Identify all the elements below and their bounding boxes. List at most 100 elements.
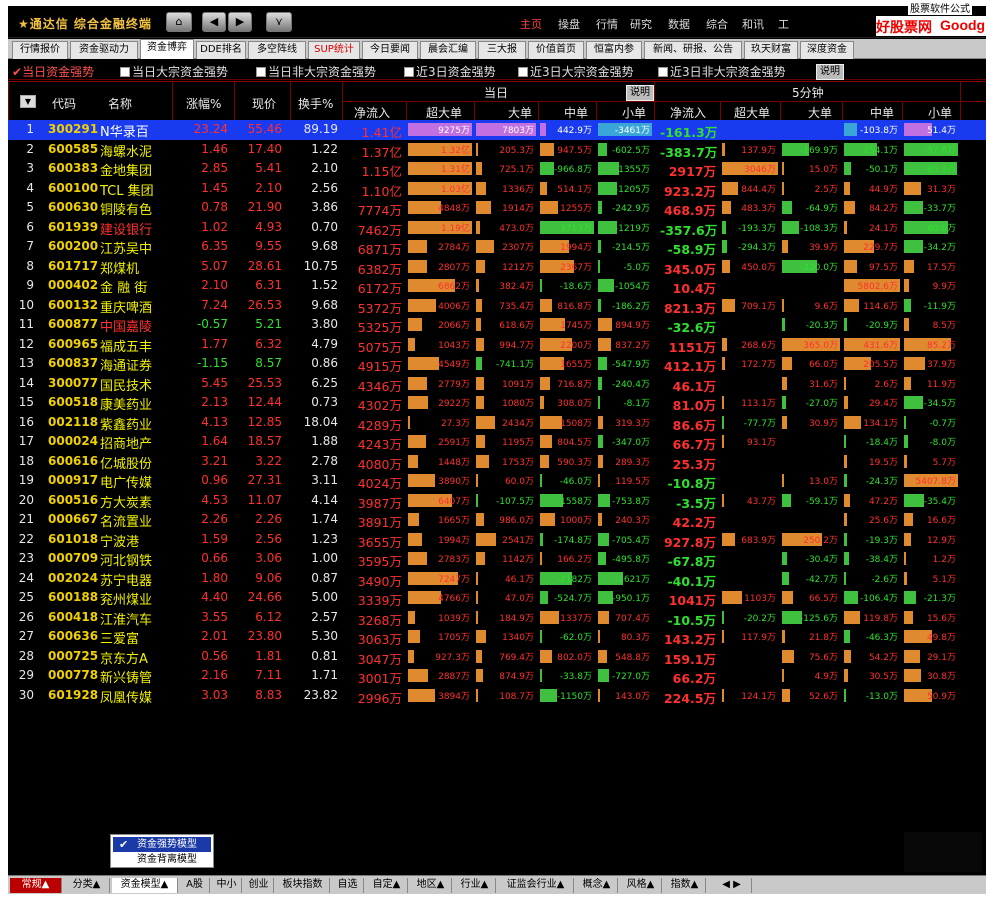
expand-down-icon[interactable]: ⋎ xyxy=(266,12,292,32)
bottom-tab-11[interactable]: 证监会行业▲ xyxy=(498,878,574,893)
filter-option-3[interactable]: 近3日资金强势 xyxy=(404,63,496,80)
tab-7[interactable]: 晨会汇编 xyxy=(420,41,476,59)
table-row[interactable]: 26 600418 江淮汽车 3.55 6.12 2.57 3268万 -10.5万 1039万… xyxy=(8,608,986,628)
tab-11[interactable]: 新闻、研报、公告 xyxy=(644,41,742,59)
menu-item-5[interactable]: 综合 xyxy=(706,16,728,32)
tab-1[interactable]: 资金驱动力 xyxy=(70,41,138,59)
bottom-tab-6[interactable]: 板块指数 xyxy=(276,878,330,893)
menu-item-0[interactable]: 主页 xyxy=(520,16,542,32)
table-row[interactable]: 18 600616 亿城股份 3.21 3.22 2.78 4080万 25.3万 1448万 1… xyxy=(8,452,986,472)
table-row[interactable]: 30 601928 凤凰传媒 3.03 8.83 23.82 2996万 224.5万 3894… xyxy=(8,686,986,706)
tab-13[interactable]: 深度资金 xyxy=(800,41,854,59)
tab-6[interactable]: 今日要闻 xyxy=(362,41,418,59)
popup-item-0[interactable]: ✔ 资金强势模型 xyxy=(113,837,211,852)
menu-item-3[interactable]: 研究 xyxy=(630,16,652,32)
tab-10[interactable]: 恒富内参 xyxy=(586,41,642,59)
col-net-inflow-5min[interactable]: 净流入 xyxy=(670,104,706,121)
col-l[interactable]: 大单 xyxy=(508,104,532,121)
menu-item-1[interactable]: 操盘 xyxy=(558,16,580,32)
table-row[interactable]: 13 600837 海通证券 -1.15 8.57 0.86 4915万 412.1万 4549… xyxy=(8,354,986,374)
table-row[interactable]: 24 002024 苏宁电器 1.80 9.06 0.87 3490万 -40.1万 7247万… xyxy=(8,569,986,589)
table-row[interactable]: 23 000709 河北钢铁 0.66 3.06 1.00 3595万 -67.8万 2783万… xyxy=(8,549,986,569)
table-row[interactable]: 29 000778 新兴铸管 2.16 7.11 1.71 3001万 66.2万 2887万 8… xyxy=(8,666,986,686)
checkbox[interactable] xyxy=(404,67,414,77)
col-price[interactable]: 现价 xyxy=(252,95,276,112)
col-turnover[interactable]: 换手% xyxy=(298,95,333,112)
checkbox[interactable] xyxy=(518,67,528,77)
table-row[interactable]: 12 600965 福成五丰 1.77 6.32 4.79 5075万 1151万 1043万 9… xyxy=(8,335,986,355)
scroll-arrows[interactable]: ◀ ▶ xyxy=(712,878,752,893)
table-row[interactable]: 22 601018 宁波港 1.59 2.56 1.23 3655万 927.8万 1994万 2… xyxy=(8,530,986,550)
tab-8[interactable]: 三大报 xyxy=(478,41,526,59)
filter-option-4[interactable]: 近3日大宗资金强势 xyxy=(518,63,634,80)
table-row[interactable]: 6 601939 建设银行 1.02 4.93 0.70 7462万 -357.6万 1.19亿… xyxy=(8,218,986,238)
popup-item-1[interactable]: 资金背离模型 xyxy=(113,852,211,867)
explain-button-today[interactable]: 说明 xyxy=(626,85,654,101)
menu-item-2[interactable]: 行情 xyxy=(596,16,618,32)
table-row[interactable]: 9 000402 金 融 街 2.10 6.31 1.52 6172万 10.4万 6862万 3… xyxy=(8,276,986,296)
back-arrow-icon[interactable]: ◀ xyxy=(202,12,226,32)
tab-3[interactable]: DDE排名 xyxy=(196,41,246,59)
menu-item-6[interactable]: 和讯 xyxy=(742,16,764,32)
table-row[interactable]: 1 300291 N华录百 23.24 55.46 89.19 1.41亿 -161.3万 92… xyxy=(8,120,986,140)
table-row[interactable]: 8 601717 郑煤机 5.07 28.61 10.75 6382万 345.0万 2807万… xyxy=(8,257,986,277)
filter-option-5[interactable]: 近3日非大宗资金强势 xyxy=(658,63,786,80)
filter-option-0[interactable]: ✔当日资金强势 xyxy=(12,63,94,80)
bottom-tab-9[interactable]: 地区▲ xyxy=(410,878,452,893)
col-m[interactable]: 中单 xyxy=(564,104,588,121)
bottom-tab-1[interactable]: 分类▲ xyxy=(64,878,110,893)
table-row[interactable]: 17 000024 招商地产 1.64 18.57 1.88 4243万 66.7万 2591万… xyxy=(8,432,986,452)
bottom-tab-10[interactable]: 行业▲ xyxy=(454,878,496,893)
tab-12[interactable]: 玖天财富 xyxy=(744,41,798,59)
filter-option-1[interactable]: 当日大宗资金强势 xyxy=(120,63,228,80)
col-net-inflow[interactable]: 净流入 xyxy=(354,104,390,121)
tab-0[interactable]: 行情报价 xyxy=(12,41,68,59)
col-s[interactable]: 小单 xyxy=(622,104,646,121)
menu-item-7[interactable]: 工 xyxy=(778,16,789,32)
table-row[interactable]: 7 600200 江苏吴中 6.35 9.55 9.68 6871万 -58.9万 2784万 2… xyxy=(8,237,986,257)
col-code[interactable]: 代码 xyxy=(52,95,76,112)
home-icon[interactable]: ⌂ xyxy=(166,12,192,32)
table-row[interactable]: 20 600516 方大炭素 4.53 11.07 4.14 3987万 -3.5万 6407万… xyxy=(8,491,986,511)
bottom-tab-13[interactable]: 风格▲ xyxy=(620,878,662,893)
table-row[interactable]: 16 002118 紫鑫药业 4.13 12.85 18.04 4289万 86.6万 27.3… xyxy=(8,413,986,433)
col-name[interactable]: 名称 xyxy=(108,95,132,112)
bottom-tab-14[interactable]: 指数▲ xyxy=(664,878,706,893)
table-row[interactable]: 10 600132 重庆啤酒 7.24 26.53 9.68 5372万 821.3万 4006… xyxy=(8,296,986,316)
bottom-tab-7[interactable]: 自选 xyxy=(332,878,364,893)
col-s-5min[interactable]: 小单 xyxy=(928,104,952,121)
tab-4[interactable]: 多空阵线 xyxy=(248,41,306,59)
bottom-tab-12[interactable]: 概念▲ xyxy=(576,878,618,893)
explain-button-filter[interactable]: 说明 xyxy=(816,64,844,80)
table-row[interactable]: 4 600100 TCL 集团 1.45 2.10 2.56 1.10亿 923.2万 1.03… xyxy=(8,179,986,199)
bottom-tab-3[interactable]: A股 xyxy=(180,878,210,893)
bottom-tab-8[interactable]: 自定▲ xyxy=(366,878,408,893)
bottom-tab-5[interactable]: 创业 xyxy=(244,878,274,893)
column-menu-icon[interactable]: ▼ xyxy=(20,95,36,108)
table-row[interactable]: 28 000725 京东方A 0.56 1.81 0.81 3047万 159.1万 927.3… xyxy=(8,647,986,667)
table-row[interactable]: 25 600188 兖州煤业 4.40 24.66 5.00 3339万 1041万 4766万… xyxy=(8,588,986,608)
table-row[interactable]: 11 600877 中国嘉陵 -0.57 5.21 3.80 5325万 -32.6万 2066… xyxy=(8,315,986,335)
tab-5[interactable]: SUP统计 xyxy=(308,41,360,59)
checkbox[interactable] xyxy=(256,67,266,77)
table-row[interactable]: 19 000917 电广传媒 0.96 27.31 3.11 4024万 -10.8万 3890… xyxy=(8,471,986,491)
tab-9[interactable]: 价值首页 xyxy=(528,41,584,59)
filter-option-2[interactable]: 当日非大宗资金强势 xyxy=(256,63,376,80)
tab-2[interactable]: 资金博弈 xyxy=(140,39,194,59)
col-change[interactable]: 涨幅% xyxy=(186,95,221,112)
col-m-5min[interactable]: 中单 xyxy=(870,104,894,121)
table-row[interactable]: 21 000667 名流置业 2.26 2.26 1.74 3891万 42.2万 1665万 9… xyxy=(8,510,986,530)
bottom-tab-4[interactable]: 中小 xyxy=(212,878,242,893)
table-row[interactable]: 2 600585 海螺水泥 1.46 17.40 1.22 1.37亿 -383.7万 1.32… xyxy=(8,140,986,160)
menu-item-4[interactable]: 数据 xyxy=(668,16,690,32)
bottom-tab-2[interactable]: 资金模型▲ xyxy=(112,878,178,893)
bottom-tab-0[interactable]: 常规▲ xyxy=(10,878,62,893)
forward-arrow-icon[interactable]: ▶ xyxy=(228,12,252,32)
col-l-5min[interactable]: 大单 xyxy=(808,104,832,121)
table-row[interactable]: 3 600383 金地集团 2.85 5.41 2.10 1.15亿 2917万 1.31亿 72… xyxy=(8,159,986,179)
table-row[interactable]: 5 600630 铜陵有色 0.78 21.90 3.86 7774万 468.9万 4848万… xyxy=(8,198,986,218)
checkbox[interactable] xyxy=(120,67,130,77)
table-row[interactable]: 14 300077 国民技术 5.45 25.53 6.25 4346万 46.1万 2779万… xyxy=(8,374,986,394)
table-row[interactable]: 15 600518 康美药业 2.13 12.44 0.73 4302万 81.0万 2922万… xyxy=(8,393,986,413)
table-row[interactable]: 27 600636 三爱富 2.01 23.80 5.30 3063万 143.2万 1705万… xyxy=(8,627,986,647)
